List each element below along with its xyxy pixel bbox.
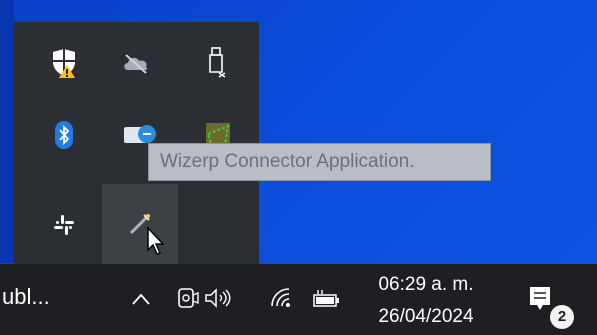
tray-item-bluetooth[interactable]	[26, 100, 102, 170]
speaker-icon	[205, 288, 231, 308]
clock-date: 26/04/2024	[378, 306, 474, 327]
tray-item-security[interactable]	[26, 28, 102, 98]
usb-eject-icon	[209, 47, 226, 78]
battery-charging-icon	[313, 290, 339, 307]
clock-time: 06:29 a. m.	[378, 274, 474, 295]
volume-button[interactable]	[202, 286, 234, 310]
wifi-icon	[271, 288, 290, 307]
desktop-edge	[0, 0, 14, 263]
tray-tooltip: Wizerp Connector Application.	[148, 143, 491, 181]
network-button[interactable]	[268, 284, 294, 312]
tray-item-onedrive[interactable]	[98, 28, 174, 98]
taskbar-app-label[interactable]: ubl...	[2, 284, 50, 310]
bluetooth-icon	[55, 121, 73, 149]
taskbar-clock[interactable]: 06:29 a. m. 26/04/2024	[362, 271, 490, 331]
chevron-up-icon	[132, 293, 150, 305]
notification-count-badge: 2	[550, 305, 574, 329]
tray-item-slack[interactable]	[26, 190, 102, 260]
onedrive-offline-icon	[124, 54, 148, 74]
show-hidden-icons-button[interactable]	[128, 286, 154, 312]
notification-icon	[530, 287, 550, 310]
meet-now-button[interactable]	[174, 284, 200, 312]
battery-button[interactable]	[312, 288, 342, 310]
camera-icon	[178, 288, 199, 308]
taskbar: ubl... 06:29 a. m. 26/04/2024	[0, 264, 597, 335]
tray-item-usb[interactable]	[178, 28, 254, 98]
mouse-cursor-icon	[147, 226, 165, 255]
windows-security-warning-icon	[53, 49, 75, 78]
slack-icon	[54, 215, 74, 235]
